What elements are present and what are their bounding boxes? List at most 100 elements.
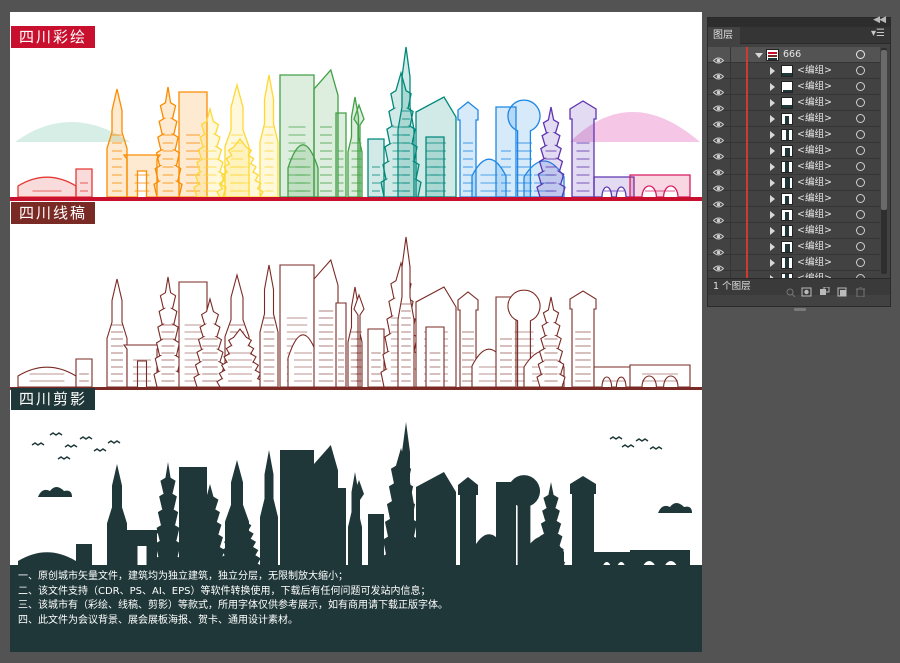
sublayer-row[interactable]: <编组> [708,79,880,96]
layer-name[interactable]: <编组> [797,64,832,78]
panel-menu-icon[interactable]: ▾☰ [871,28,885,39]
expand-triangle-right-icon[interactable] [770,195,775,203]
visibility-eye-icon[interactable] [712,98,725,112]
visibility-eye-icon[interactable] [712,210,725,224]
target-circle-icon[interactable] [856,114,865,123]
scrollbar-thumb[interactable] [881,50,887,210]
layer-name[interactable]: 666 [783,48,801,62]
building-shape [537,482,565,572]
visibility-eye-icon[interactable] [712,50,725,64]
visibility-eye-icon[interactable] [712,162,725,176]
layer-color-indicator [746,143,748,159]
double-chevron-left-icon[interactable]: ◀◀ [873,15,886,25]
building-shape [18,177,76,197]
expand-triangle-right-icon[interactable] [770,163,775,171]
sublayer-thumbnail [781,81,793,93]
sublayer-thumbnail [781,113,793,125]
building-shape [217,139,263,197]
target-circle-icon[interactable] [856,146,865,155]
sublayer-row[interactable]: <编组> [708,63,880,80]
expand-triangle-right-icon[interactable] [770,179,775,187]
tab-layers[interactable]: 图层 [708,27,740,44]
visibility-eye-icon[interactable] [712,194,725,208]
target-circle-icon[interactable] [856,210,865,219]
visibility-eye-icon[interactable] [712,146,725,160]
layer-name[interactable]: <编组> [797,192,832,206]
target-circle-icon[interactable] [856,66,865,75]
expand-triangle-right-icon[interactable] [770,147,775,155]
sublayer-thumbnail [781,209,793,221]
sublayer-row[interactable]: <编组> [708,111,880,128]
visibility-eye-icon[interactable] [712,130,725,144]
visibility-eye-icon[interactable] [712,82,725,96]
visibility-eye-icon[interactable] [712,258,725,272]
building-shape [629,364,691,388]
info-line-1: 一、原创城市矢量文件，建筑均为独立建筑，独立分层，无限制放大缩小； [18,571,348,582]
sublayer-row[interactable]: <编组> [708,175,880,192]
make-clipping-mask-icon[interactable] [801,282,812,297]
sublayer-thumbnail [781,145,793,157]
target-circle-icon[interactable] [856,194,865,203]
sublayer-row[interactable]: <编组> [708,271,880,278]
expand-triangle-right-icon[interactable] [770,131,775,139]
target-circle-icon[interactable] [856,226,865,235]
expand-triangle-right-icon[interactable] [770,67,775,75]
layer-name[interactable]: <编组> [797,224,832,238]
visibility-eye-icon[interactable] [712,226,725,240]
locate-object-icon[interactable] [785,282,796,298]
expand-triangle-right-icon[interactable] [770,83,775,91]
panel-title-bar[interactable]: ◀◀ [708,15,890,27]
sublayer-row[interactable]: <编组> [708,159,880,176]
expand-triangle-down-icon[interactable] [755,53,763,58]
sublayer-row[interactable]: <编组> [708,255,880,272]
new-sublayer-icon[interactable] [819,282,830,295]
sublayer-row[interactable]: <编组> [708,207,880,224]
layer-name[interactable]: <编组> [797,96,832,110]
visibility-eye-icon[interactable] [712,114,725,128]
layer-color-indicator [746,127,748,143]
target-circle-icon[interactable] [856,82,865,91]
expand-triangle-right-icon[interactable] [770,99,775,107]
target-circle-icon[interactable] [856,258,865,267]
layer-name[interactable]: <编组> [797,80,832,94]
building-shape [398,47,414,197]
delete-layer-icon[interactable] [855,282,866,298]
expand-triangle-right-icon[interactable] [770,243,775,251]
layer-name[interactable]: <编组> [797,128,832,142]
target-circle-icon[interactable] [856,130,865,139]
target-circle-icon[interactable] [856,242,865,251]
sublayer-row[interactable]: <编组> [708,95,880,112]
sublayer-row[interactable]: <编组> [708,143,880,160]
layer-row-666[interactable]: 666 [708,47,880,64]
layer-name[interactable]: <编组> [797,208,832,222]
expand-triangle-right-icon[interactable] [770,259,775,267]
sublayer-row[interactable]: <编组> [708,239,880,256]
expand-triangle-right-icon[interactable] [770,227,775,235]
sublayer-row[interactable]: <编组> [708,127,880,144]
visibility-eye-icon[interactable] [712,242,725,256]
layer-name[interactable]: <编组> [797,256,832,270]
layer-name[interactable]: <编组> [797,160,832,174]
target-circle-icon[interactable] [856,178,865,187]
sublayer-row[interactable]: <编组> [708,191,880,208]
visibility-eye-icon[interactable] [712,178,725,192]
panel-tab-bar: 图层 ▾☰ [708,27,890,44]
target-circle-icon[interactable] [856,98,865,107]
layer-name[interactable]: <编组> [797,144,832,158]
new-layer-icon[interactable] [837,282,848,297]
layer-name[interactable]: <编组> [797,176,832,190]
layer-color-indicator [746,239,748,255]
target-circle-icon[interactable] [856,50,865,59]
panel-resize-grip[interactable] [794,308,806,311]
layer-name[interactable]: <编组> [797,240,832,254]
sublayer-row[interactable]: <编组> [708,223,880,240]
expand-triangle-right-icon[interactable] [770,211,775,219]
layer-color-indicator [746,63,748,79]
layer-list: 666 <编组> <编组> <编组> <编组> <编组> <编组> <编组> <编组> <编组> <… [708,44,890,278]
visibility-eye-icon[interactable] [712,66,725,80]
info-line-2: 二、该文件支持（CDR、PS、AI、EPS）等软件转换使用，下载后有任何问题可发… [18,585,431,597]
layer-name[interactable]: <编组> [797,112,832,126]
expand-triangle-right-icon[interactable] [770,115,775,123]
layer-list-scrollbar[interactable] [881,48,887,274]
target-circle-icon[interactable] [856,162,865,171]
